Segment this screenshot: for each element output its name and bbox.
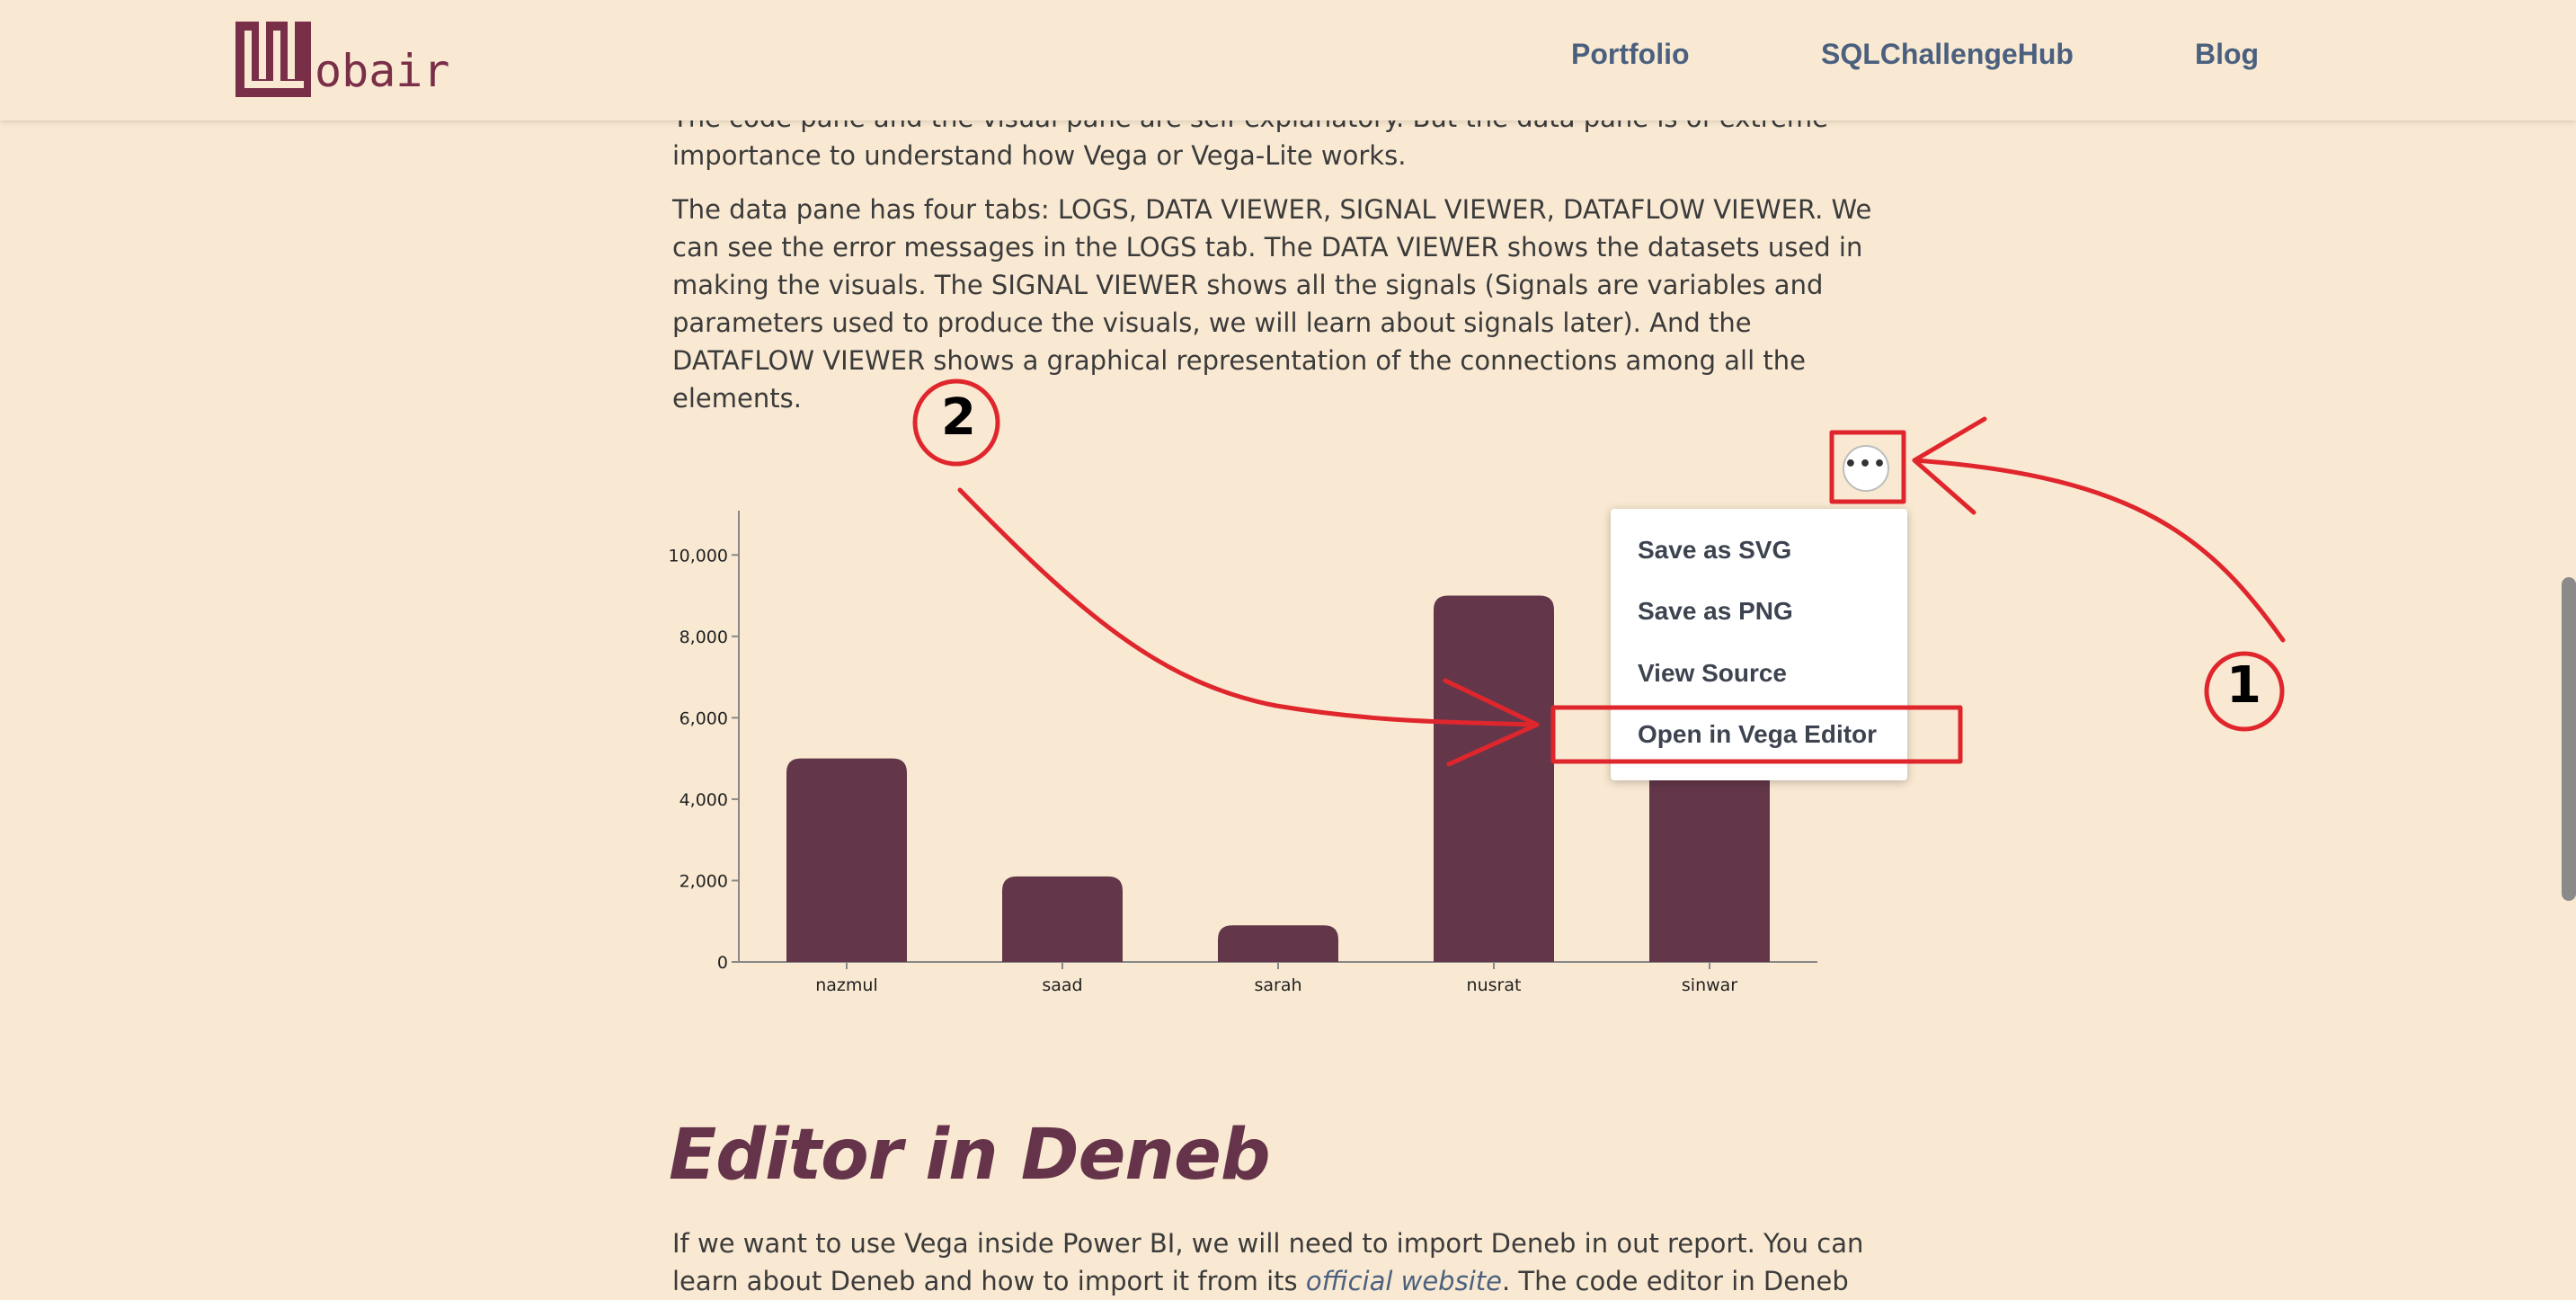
annotation-number-1: 1 [2226,656,2261,715]
annotation-number-2: 2 [941,388,976,447]
y-tick-label: 2,000 [680,871,728,891]
chart-actions-button[interactable]: ••• [1843,445,1889,492]
chart-actions-menu: Save as SVG Save as PNG View Source Open… [1611,509,1907,780]
annotation-arrowhead-1 [1912,416,1987,515]
menu-item-view-source[interactable]: View Source [1638,659,1787,688]
site-header: obair Portfolio SQLChallengeHub Blog [0,0,2576,120]
more-icon: ••• [1843,453,1888,476]
x-tick-label: nusrat [1467,975,1522,995]
paragraph-data-pane: The data pane has four tabs: LOGS, DATA … [672,194,1872,414]
nav-link-portfolio[interactable]: Portfolio [1571,38,1690,71]
bar-saad [1002,876,1123,962]
logo-text: obair [315,45,450,97]
x-tick-label: nazmul [815,975,878,995]
section-heading: Editor in Deneb [669,1115,1271,1196]
paragraph-deneb: If we want to use Vega inside Power BI, … [672,1224,1877,1300]
y-tick-label: 0 [717,953,728,973]
bar-nusrat [1434,595,1554,962]
menu-item-open-vega-editor[interactable]: Open in Vega Editor [1638,720,1877,749]
nav-link-sqlchallengehub[interactable]: SQLChallengeHub [1821,38,2074,71]
bar-sarah [1218,925,1338,962]
paragraph-deneb-text-end: . The code editor in Deneb [1501,1266,1849,1296]
y-tick-label: 6,000 [680,708,728,728]
site-logo[interactable]: obair [235,22,450,97]
y-tick-label: 4,000 [680,790,728,810]
menu-item-save-png[interactable]: Save as PNG [1638,597,1793,626]
official-website-link[interactable]: official website [1306,1266,1502,1296]
x-tick-label: sinwar [1682,975,1737,995]
x-tick-label: sarah [1254,975,1301,995]
logo-mark-icon [235,22,311,97]
x-tick-label: saad [1042,975,1082,995]
menu-item-save-svg[interactable]: Save as SVG [1638,536,1791,565]
annotation-arrow-1 [1912,458,2286,643]
nav-link-blog[interactable]: Blog [2195,38,2259,71]
bar-sinwar [1649,766,1770,962]
y-tick-label: 8,000 [680,628,728,647]
y-tick-label: 10,000 [669,546,728,565]
scrollbar-thumb[interactable] [2562,577,2576,901]
bar-nazmul [786,758,907,962]
